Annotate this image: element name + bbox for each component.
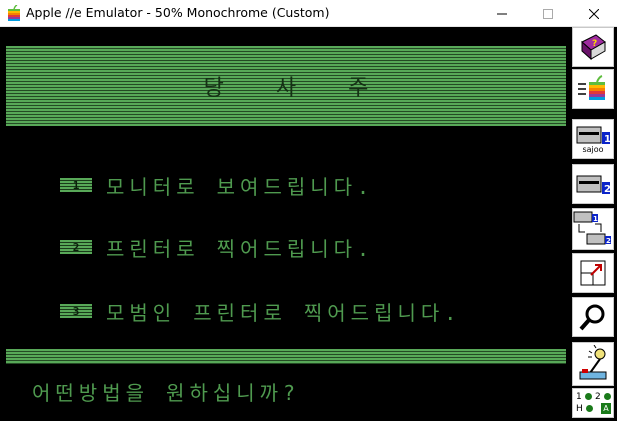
menu-item-1: 1 모니터로 보여드립니다. bbox=[60, 170, 374, 200]
help-button[interactable]: ? bbox=[572, 27, 614, 67]
joystick-settings-icon bbox=[579, 345, 607, 380]
window-title: Apple //e Emulator - 50% Monochrome (Cus… bbox=[26, 5, 330, 20]
status-d2-label: 2 bbox=[595, 392, 601, 402]
svg-text:2: 2 bbox=[606, 237, 611, 245]
prompt-text: 어떤방법을 원하십니까? bbox=[32, 381, 301, 405]
menu-item-3: 3 모범인 프린터로 찍어드립니다. bbox=[60, 296, 461, 326]
drive-1-button[interactable]: 1 sajoo bbox=[572, 119, 614, 159]
drive-1-label: sajoo bbox=[582, 145, 604, 154]
disk-drive-2-icon: 2 bbox=[576, 175, 611, 195]
emulator-screen[interactable]: 당사주 1 모니터로 보여드립니다. 2 프린터로 찍어드립니다. 3 모범인 … bbox=[6, 43, 566, 421]
close-button[interactable] bbox=[571, 0, 617, 27]
drive-2-button[interactable]: 2 bbox=[572, 164, 614, 204]
minimize-button[interactable] bbox=[479, 0, 525, 27]
apple-rainbow-icon[interactable] bbox=[6, 5, 22, 22]
maximize-icon bbox=[543, 8, 553, 19]
menu-key-3: 3 bbox=[60, 304, 92, 318]
drive-2-number: 2 bbox=[604, 184, 611, 195]
minimize-icon bbox=[497, 13, 507, 14]
menu-item-2: 2 프린터로 찍어드립니다. bbox=[60, 232, 374, 262]
drive-2-led-icon bbox=[603, 393, 611, 400]
status-panel: 1 2 H A bbox=[572, 388, 614, 418]
swap-drives-button[interactable]: 1 2 bbox=[572, 208, 614, 250]
screen-title: 당사주 bbox=[203, 76, 421, 101]
settings-button[interactable] bbox=[572, 342, 614, 386]
caps-lock-indicator: A bbox=[601, 403, 611, 414]
divider-bar bbox=[6, 349, 566, 364]
close-icon bbox=[589, 8, 599, 19]
status-drive-2: 2 bbox=[595, 392, 611, 402]
emulator-frame: 당사주 1 모니터로 보여드립니다. 2 프린터로 찍어드립니다. 3 모범인 … bbox=[0, 27, 617, 421]
status-hdd: H bbox=[576, 404, 593, 414]
swap-drives-icon: 1 2 bbox=[573, 211, 611, 245]
apple-run-icon bbox=[578, 75, 605, 100]
fullscreen-icon bbox=[580, 260, 606, 286]
maximize-button[interactable] bbox=[525, 0, 571, 27]
menu-label-2: 프린터로 찍어드립니다. bbox=[106, 236, 375, 261]
drive-1-number: 1 bbox=[604, 134, 611, 145]
debug-button[interactable] bbox=[572, 297, 614, 337]
menu-key-2: 2 bbox=[60, 240, 92, 254]
status-drive-1: 1 bbox=[576, 392, 592, 402]
title-bar: Apple //e Emulator - 50% Monochrome (Cus… bbox=[0, 0, 617, 27]
status-h-label: H bbox=[576, 404, 583, 414]
magnifier-icon bbox=[579, 304, 605, 331]
drive-1-led-icon bbox=[584, 393, 592, 400]
help-book-icon: ? bbox=[581, 34, 606, 61]
menu-label-3: 모범인 프린터로 찍어드립니다. bbox=[106, 300, 462, 325]
hdd-led-icon bbox=[585, 405, 593, 412]
svg-text:?: ? bbox=[592, 39, 597, 49]
menu-label-1: 모니터로 보여드립니다. bbox=[106, 174, 375, 199]
disk-drive-1-icon: 1 bbox=[576, 126, 611, 145]
fullscreen-button[interactable] bbox=[572, 253, 614, 293]
run-button[interactable] bbox=[572, 69, 614, 109]
svg-text:1: 1 bbox=[593, 215, 598, 223]
menu-key-1: 1 bbox=[60, 178, 92, 192]
toolbar: ? 1 sajoo 2 1 2 1 2 H A bbox=[569, 27, 617, 421]
status-d1-label: 1 bbox=[576, 392, 582, 402]
